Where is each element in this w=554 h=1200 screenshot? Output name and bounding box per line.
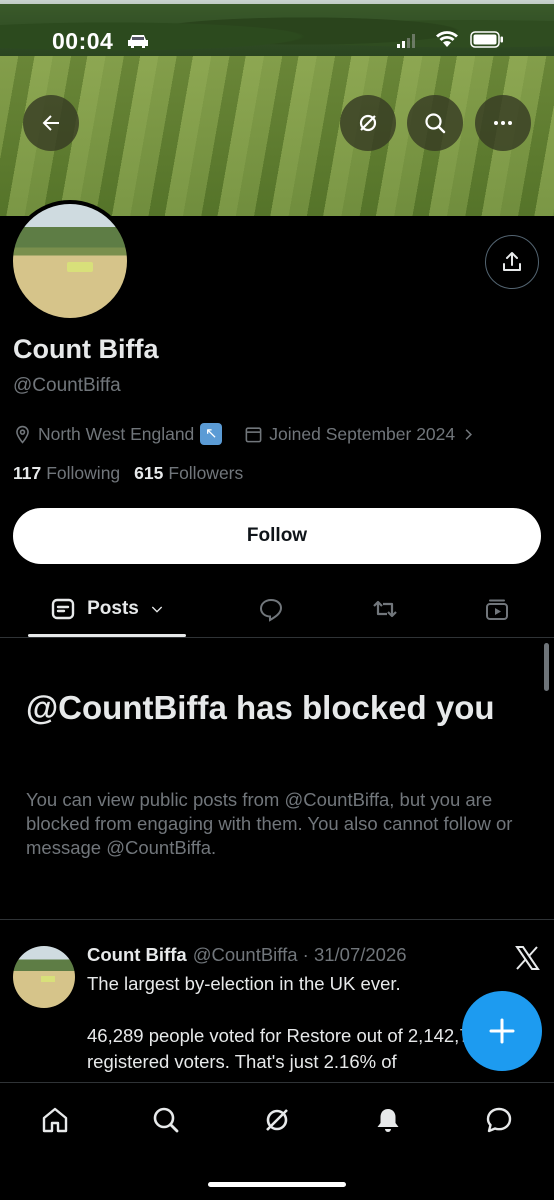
plus-icon	[489, 1018, 515, 1044]
tab-media[interactable]	[468, 580, 526, 637]
profile-joined: Joined September 2024	[269, 423, 456, 444]
nav-notifications[interactable]	[371, 1103, 405, 1137]
back-button[interactable]	[23, 95, 79, 151]
calendar-icon	[245, 426, 262, 442]
grok-button[interactable]	[340, 95, 396, 151]
home-indicator[interactable]	[208, 1182, 346, 1187]
search-icon	[425, 113, 446, 134]
profile-handle: @CountBiffa	[13, 375, 121, 396]
scrollbar[interactable]	[544, 643, 549, 691]
tab-replies[interactable]	[242, 580, 300, 637]
post-handle-date: @CountBiffa · 31/07/2026	[192, 944, 407, 965]
car-icon	[128, 35, 148, 48]
avatar-image	[13, 204, 127, 318]
compose-button[interactable]	[462, 991, 542, 1071]
follow-counts: 117 Following 615 Followers	[13, 463, 243, 484]
post-author[interactable]: Count Biffa	[87, 944, 187, 966]
follow-button[interactable]: Follow	[13, 508, 541, 564]
location-pin-icon	[16, 425, 29, 444]
media-icon	[486, 599, 508, 620]
repost-icon	[373, 600, 397, 617]
status-time: 00:04	[52, 28, 114, 54]
followers-link[interactable]: 615 Followers	[134, 463, 243, 484]
nav-home[interactable]	[38, 1103, 72, 1137]
battery-icon	[470, 31, 503, 48]
nav-search[interactable]	[149, 1103, 183, 1137]
arrow-left-icon	[42, 115, 59, 131]
signal-icon	[397, 34, 415, 48]
tab-posts[interactable]: Posts	[28, 580, 186, 637]
nav-grok[interactable]	[260, 1103, 294, 1137]
following-link[interactable]: 117 Following	[13, 463, 120, 484]
tab-active-indicator	[28, 634, 186, 637]
status-bar: 00:04	[0, 0, 554, 86]
post-line: The largest by-election in the UK ever.	[87, 973, 401, 994]
tab-posts-label: Posts	[87, 597, 139, 619]
profile-name: Count Biffa	[13, 334, 159, 364]
grok-icon	[266, 1109, 288, 1131]
location-arrow-emoji: ↖	[200, 423, 223, 445]
x-logo-icon	[515, 946, 540, 970]
nav-messages[interactable]	[482, 1103, 516, 1137]
chevron-down-icon	[151, 606, 163, 613]
home-icon	[42, 1107, 68, 1133]
profile-meta: North West England ↖ Joined September 20…	[13, 423, 478, 445]
posts-icon	[51, 598, 75, 619]
chevron-right-icon[interactable]	[459, 425, 478, 444]
profile-location: North West England	[38, 423, 195, 444]
search-icon	[153, 1107, 179, 1133]
search-button[interactable]	[407, 95, 463, 151]
divider	[0, 919, 554, 920]
share-icon	[503, 252, 521, 271]
post-avatar[interactable]	[13, 946, 75, 1008]
wifi-icon	[436, 31, 458, 47]
post-header: Count Biffa @CountBiffa · 31/07/2026	[87, 944, 407, 966]
tab-reposts[interactable]	[356, 580, 414, 637]
bell-icon	[377, 1109, 399, 1132]
share-button[interactable]	[485, 235, 539, 289]
more-button[interactable]	[475, 95, 531, 151]
profile-tabs: Posts	[0, 580, 554, 638]
blocked-title: @CountBiffa has blocked you	[26, 689, 495, 726]
reply-icon	[259, 598, 283, 622]
chat-icon	[486, 1107, 512, 1133]
blocked-description: You can view public posts from @CountBif…	[26, 789, 513, 858]
grok-icon	[359, 114, 377, 132]
avatar[interactable]	[9, 200, 131, 322]
more-icon	[494, 121, 512, 125]
